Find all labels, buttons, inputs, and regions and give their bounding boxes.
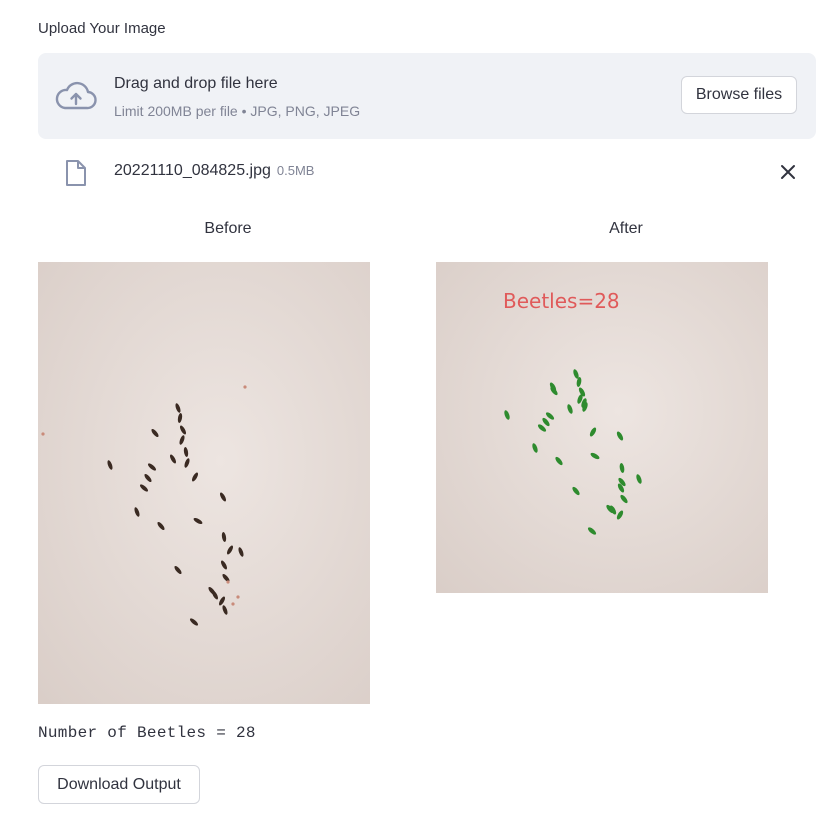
beetle-count-overlay: Beetles=28 [503, 289, 620, 313]
debris-dot [243, 385, 247, 389]
cloud-upload-icon [55, 81, 97, 110]
dropzone-limits: Limit 200MB per file • JPG, PNG, JPEG [114, 103, 361, 119]
file-icon [66, 160, 86, 186]
after-heading: After [609, 220, 643, 237]
before-heading: Before [204, 220, 252, 237]
file-size: 0.5MB [276, 163, 315, 178]
file-name: 20221110_084825.jpg 0.5MB [114, 162, 314, 180]
file-dropzone[interactable]: Drag and drop file here Limit 200MB per … [38, 53, 816, 139]
close-icon[interactable] [778, 162, 798, 182]
beetle-count-result: Number of Beetles = 28 [38, 724, 256, 742]
after-image: Beetles=28 [436, 262, 768, 593]
debris-dot [231, 602, 235, 606]
browse-files-button[interactable]: Browse files [681, 76, 797, 114]
download-output-button[interactable]: Download Output [38, 765, 200, 804]
dropzone-title: Drag and drop file here [114, 75, 278, 92]
debris-dot [41, 432, 45, 436]
upload-label: Upload Your Image [38, 20, 166, 37]
file-name-text: 20221110_084825.jpg [114, 162, 271, 179]
before-image [38, 262, 370, 704]
uploaded-file-row: 20221110_084825.jpg 0.5MB [38, 155, 816, 191]
debris-dot [226, 580, 230, 584]
debris-dot [236, 595, 240, 599]
